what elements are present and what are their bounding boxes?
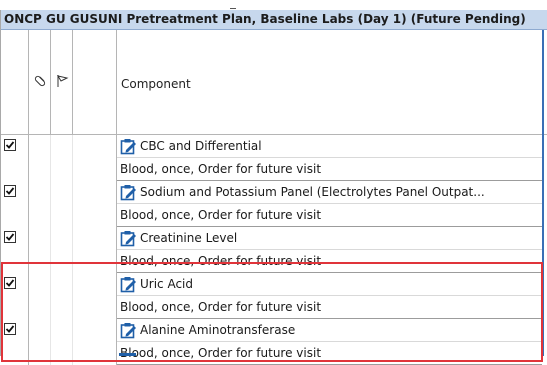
row-flag-cell: [51, 135, 73, 181]
flag-icon: [56, 75, 69, 87]
column-header-flag[interactable]: [51, 30, 73, 135]
row-select-cell[interactable]: [1, 135, 29, 181]
row-blank-cell: [73, 181, 117, 227]
order-detail: Blood, once, Order for future visit: [120, 254, 322, 268]
order-detail-line[interactable]: Blood, once, Order for future visit: [117, 342, 542, 365]
order-detail: Blood, once, Order for future visit: [120, 346, 322, 360]
checkmark-icon: [5, 233, 15, 241]
row-select-cell[interactable]: [1, 227, 29, 273]
row-medication-cell: [29, 273, 51, 319]
row-medication-cell: [29, 181, 51, 227]
pill-icon: [34, 75, 46, 87]
order-name: Uric Acid: [140, 277, 194, 291]
order-checkbox[interactable]: [4, 185, 16, 197]
order-name: Creatinine Level: [140, 231, 238, 245]
order-sentence-icon: [120, 139, 136, 155]
order-name: Alanine Aminotransferase: [140, 323, 296, 337]
order-row[interactable]: CBC and Differential Blood, once, Order …: [1, 135, 542, 181]
order-sentence-icon: [120, 323, 136, 339]
order-detail-line[interactable]: Blood, once, Order for future visit: [117, 158, 542, 181]
order-name-line[interactable]: CBC and Differential: [117, 135, 542, 158]
order-name-line[interactable]: Uric Acid: [117, 273, 542, 296]
order-row[interactable]: Uric Acid Blood, once, Order for future …: [1, 273, 542, 319]
grid-right-border: [542, 30, 544, 356]
component-column-label: Component: [121, 77, 191, 91]
order-checkbox[interactable]: [4, 323, 16, 335]
order-detail: Blood, once, Order for future visit: [120, 300, 322, 314]
row-flag-cell: [51, 273, 73, 319]
order-checkbox[interactable]: [4, 139, 16, 151]
row-flag-cell: [51, 227, 73, 273]
order-detail-line[interactable]: Blood, once, Order for future visit: [117, 296, 542, 319]
order-sentence-icon: [120, 231, 136, 247]
order-sentence-icon: [120, 185, 136, 201]
order-sentence-icon: [120, 277, 136, 293]
row-blank-cell: [73, 227, 117, 273]
order-checkbox[interactable]: [4, 231, 16, 243]
order-detail: Blood, once, Order for future visit: [120, 162, 322, 176]
row-medication-cell: [29, 227, 51, 273]
row-blank-cell: [73, 135, 117, 181]
order-row[interactable]: Creatinine Level Blood, once, Order for …: [1, 227, 542, 273]
row-select-cell[interactable]: [1, 181, 29, 227]
column-header-select[interactable]: [1, 30, 29, 135]
order-checkbox[interactable]: [4, 277, 16, 289]
order-detail-line[interactable]: Blood, once, Order for future visit: [117, 204, 542, 227]
row-flag-cell: [51, 319, 73, 365]
order-name-line[interactable]: Creatinine Level: [117, 227, 542, 250]
order-name-line[interactable]: Sodium and Potassium Panel (Electrolytes…: [117, 181, 542, 204]
checkmark-icon: [5, 141, 15, 149]
column-header-medication[interactable]: [29, 30, 51, 135]
order-row[interactable]: Alanine Aminotransferase Blood, once, Or…: [1, 319, 542, 365]
row-blank-cell: [73, 273, 117, 319]
column-header-blank: [73, 30, 117, 135]
checkmark-icon: [5, 279, 15, 287]
row-select-cell[interactable]: [1, 319, 29, 365]
column-header-component[interactable]: Component: [117, 30, 547, 135]
checkmark-icon: [5, 187, 15, 195]
top-strip-marker: [230, 2, 236, 9]
order-grid: ONCP GU GUSUNI Pretreatment Plan, Baseli…: [0, 10, 547, 365]
row-flag-cell: [51, 181, 73, 227]
order-name-line[interactable]: Alanine Aminotransferase: [117, 319, 542, 342]
row-blank-cell: [73, 319, 117, 365]
order-row[interactable]: Sodium and Potassium Panel (Electrolytes…: [1, 181, 542, 227]
order-name: CBC and Differential: [140, 139, 262, 153]
row-medication-cell: [29, 319, 51, 365]
order-detail-line[interactable]: Blood, once, Order for future visit: [117, 250, 542, 273]
checkmark-icon: [5, 325, 15, 333]
row-select-cell[interactable]: [1, 273, 29, 319]
order-name: Sodium and Potassium Panel (Electrolytes…: [140, 185, 485, 199]
section-header[interactable]: ONCP GU GUSUNI Pretreatment Plan, Baseli…: [1, 10, 547, 30]
row-medication-cell: [29, 135, 51, 181]
order-detail: Blood, once, Order for future visit: [120, 208, 322, 222]
